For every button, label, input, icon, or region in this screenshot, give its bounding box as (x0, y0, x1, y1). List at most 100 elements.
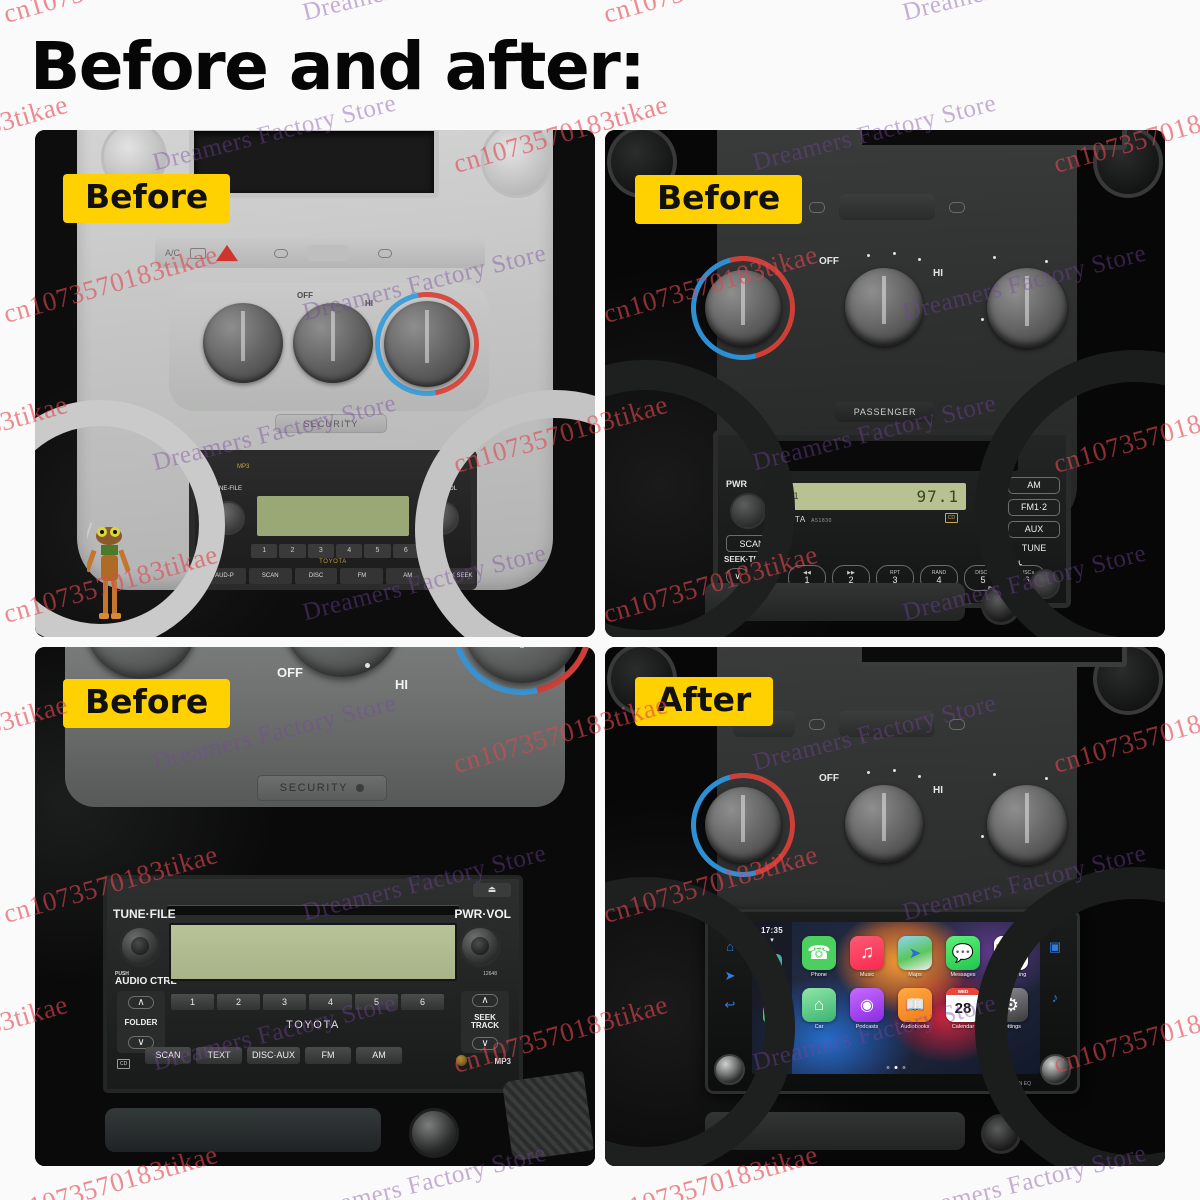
preset-4[interactable]: 4 (309, 994, 352, 1010)
preset-3[interactable]: 3 (307, 544, 334, 558)
factory-radio-unit: ⏏ TUNE·FILE PUSH AUDIO CTRL ∧ FOLDER ∨ P… (103, 875, 523, 1093)
page-dot-2[interactable] (894, 1066, 898, 1069)
hazard-icon[interactable] (216, 244, 239, 262)
app-audiobooks-label: Audiobooks (900, 1024, 930, 1030)
folder-up-button[interactable]: ∧ (128, 995, 154, 1009)
fan-knob[interactable] (845, 785, 923, 863)
trunk-icon[interactable] (949, 201, 965, 213)
cd-mp3-mark: CD (117, 1059, 131, 1069)
app-maps[interactable]: ➤ Maps (894, 936, 936, 978)
mode-knob[interactable] (85, 647, 197, 679)
fan-off-label: OFF (277, 665, 303, 680)
before-after-grid: A/C OFF HI SECURITY MP3 TUNE-FILE PWR-VO… (35, 130, 1165, 1166)
phone-icon[interactable]: ☎ (802, 936, 836, 970)
preset-6[interactable]: 6 (401, 994, 444, 1010)
folder-controls[interactable]: ∧ FOLDER ∨ (117, 991, 165, 1053)
storage-tray (105, 1108, 381, 1152)
disc-aux-button[interactable]: DISC·AUX (247, 1047, 301, 1064)
preset-5[interactable]: 5 (364, 544, 391, 558)
preset-1[interactable]: 1 (251, 544, 278, 558)
preset-button-row[interactable]: 1 2 3 4 5 6 (171, 994, 444, 1010)
ac-button-label[interactable]: A/C (165, 248, 180, 258)
dash-button-row[interactable]: A/C (155, 238, 485, 268)
fm-button[interactable]: FM (305, 1047, 352, 1064)
seek-down-button[interactable]: ∨ (472, 1036, 498, 1050)
security-led (356, 784, 365, 792)
preset-button-row[interactable]: 1 2 3 4 5 6 (251, 544, 419, 558)
text-button[interactable]: TEXT (196, 1047, 242, 1064)
mode-knob[interactable] (203, 303, 283, 383)
fan-knob[interactable] (293, 303, 373, 383)
maps-icon[interactable]: ➤ (898, 936, 932, 970)
temperature-knob[interactable] (384, 301, 470, 387)
app-phone[interactable]: ☎ Phone (798, 936, 840, 978)
preset-2[interactable]: 2 (279, 544, 306, 558)
radio-function-row[interactable]: SCAN TEXT DISC·AUX FM AM (145, 1047, 403, 1064)
audiobooks-icon[interactable]: 📖 (898, 988, 932, 1022)
temperature-knob[interactable] (705, 787, 781, 863)
eject-button[interactable]: ⏏ (473, 883, 511, 897)
music-icon[interactable]: ♫ (850, 936, 884, 970)
mirror-icon[interactable] (809, 201, 825, 213)
aux-jack[interactable] (456, 1055, 467, 1066)
app-calendar-label: Calendar (951, 1024, 975, 1030)
app-car[interactable]: ⌂ Car (798, 988, 840, 1030)
climate-control-panel: OFF HI (169, 271, 500, 417)
messages-icon[interactable]: 💬 (946, 936, 980, 970)
cd-slot (167, 905, 459, 915)
wifi-icon: ▾ (770, 937, 774, 944)
seek-up-button[interactable]: ∧ (472, 994, 498, 1008)
preset-2[interactable]: 2 (217, 994, 260, 1010)
carplay-page-dots[interactable] (886, 1066, 906, 1069)
track-label: TRACK (471, 1021, 499, 1030)
seek-track-controls[interactable]: ∧ SEEK TRACK ∨ (461, 991, 509, 1053)
watermark-code: cn1073570183tikae (600, 0, 821, 30)
rear-defog-icon[interactable] (190, 247, 207, 259)
preset-5[interactable]: 5 (355, 994, 398, 1010)
power-volume-knob[interactable] (459, 925, 501, 967)
tune-knob[interactable] (119, 925, 161, 967)
car-home-icon[interactable]: ⌂ (802, 988, 836, 1022)
climate-control-panel: OFF HI (671, 753, 1077, 902)
scan-button[interactable]: SCAN (145, 1047, 191, 1064)
mode-knob[interactable] (987, 268, 1067, 348)
scan-button[interactable]: SCAN (248, 568, 292, 584)
climate-control-panel: OFF HI (671, 236, 1077, 385)
app-messages[interactable]: 💬 Messages (942, 936, 984, 978)
dimmer-slider[interactable] (308, 245, 349, 261)
page-dot-1[interactable] (886, 1066, 890, 1069)
podcasts-icon[interactable]: ◉ (850, 988, 884, 1022)
preset-5-num: 5 (980, 575, 986, 585)
fm-button[interactable]: FM (340, 568, 384, 584)
calendar-weekday: WED (946, 988, 980, 995)
dash-button-row[interactable] (733, 709, 1063, 739)
display-frequency: 97.1 (916, 487, 959, 506)
app-car-label: Car (814, 1024, 824, 1030)
preset-1[interactable]: 1 (171, 994, 214, 1010)
disc-button[interactable]: DISC (294, 568, 338, 584)
dimmer-slider[interactable] (839, 711, 935, 737)
trunk-icon[interactable] (949, 718, 965, 730)
app-audiobooks[interactable]: 📖 Audiobooks (894, 988, 936, 1030)
radio-display (169, 923, 457, 981)
temperature-knob[interactable] (705, 270, 781, 346)
app-podcasts[interactable]: ◉ Podcasts (846, 988, 888, 1030)
dimmer-slider[interactable] (839, 194, 935, 220)
am-button[interactable]: AM (356, 1047, 403, 1064)
app-messages-label: Messages (950, 972, 976, 978)
mirror-icon[interactable] (274, 248, 289, 258)
fan-knob[interactable] (845, 268, 923, 346)
radio-display (257, 496, 409, 536)
preset-3[interactable]: 3 (263, 994, 306, 1010)
watermark-code: cn1073570183tikae (0, 0, 221, 30)
app-music[interactable]: ♫ Music (846, 936, 888, 978)
page-dot-3[interactable] (902, 1066, 906, 1069)
mode-knob[interactable] (987, 785, 1067, 865)
trunk-icon[interactable] (378, 248, 393, 258)
cigarette-lighter[interactable] (409, 1108, 459, 1158)
preset-4[interactable]: 4 (335, 544, 363, 558)
passenger-label: PASSENGER (853, 407, 917, 417)
air-vent-right (481, 130, 553, 198)
mirror-icon[interactable] (809, 718, 825, 730)
security-indicator: SECURITY (275, 414, 387, 433)
